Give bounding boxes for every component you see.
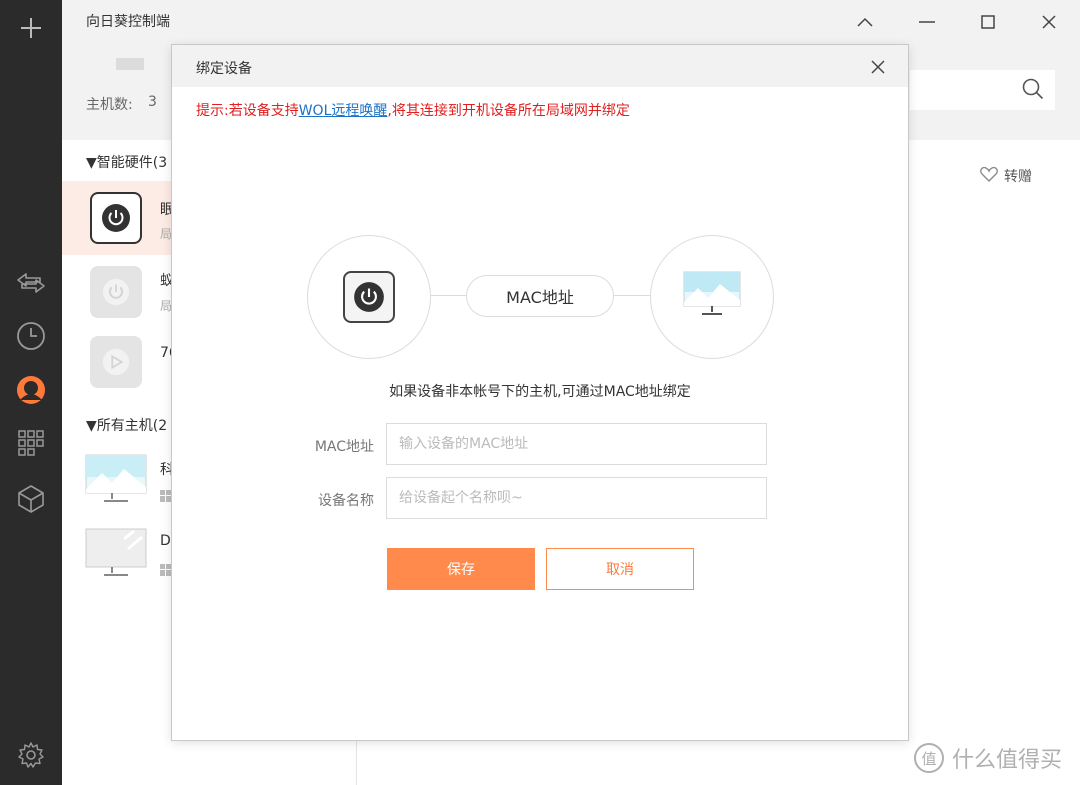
sunflower-icon[interactable]	[13, 372, 49, 408]
mac-address-pill: MAC地址	[466, 275, 614, 317]
power-icon	[90, 266, 142, 318]
watermark-text: 什么值得买	[952, 748, 1063, 773]
tip-text: 提示:若设备支持WOL远程唤醒,将其连接到开机设备所在局域网并绑定	[196, 100, 630, 120]
tip-prefix: 提示:若设备支持	[196, 103, 299, 119]
host-circle	[650, 235, 774, 359]
device-circle	[307, 235, 431, 359]
close-icon[interactable]	[866, 55, 890, 79]
search-icon[interactable]	[1022, 78, 1044, 104]
bind-device-dialog: 绑定设备 提示:若设备支持WOL远程唤醒,将其连接到开机设备所在局域网并绑定 M…	[171, 44, 909, 741]
transfer-icon[interactable]	[13, 265, 49, 301]
host-count-label: 主机数:	[86, 97, 133, 113]
host-count-value: 3	[148, 94, 157, 110]
history-icon[interactable]	[13, 318, 49, 354]
collapse-icon[interactable]	[851, 8, 879, 36]
smart-hardware-header[interactable]: ▼智能硬件(3	[86, 152, 167, 172]
dialog-header	[172, 45, 908, 87]
cube-icon[interactable]	[13, 481, 49, 517]
maximize-icon[interactable]	[974, 8, 1002, 36]
device-name-input[interactable]	[386, 477, 767, 519]
apps-icon[interactable]	[13, 425, 49, 461]
watermark: 值 什么值得买	[914, 742, 1062, 774]
connector-line	[612, 295, 652, 296]
gift-button[interactable]: 转赠	[980, 166, 1032, 186]
avatar	[116, 58, 144, 70]
device-name-label: 设备名称	[318, 493, 374, 509]
wol-link[interactable]: WOL远程唤醒	[299, 103, 388, 119]
item-name: D	[160, 533, 171, 549]
all-hosts-header[interactable]: ▼所有主机(2	[86, 415, 167, 435]
monitor-icon	[682, 270, 742, 324]
dialog-title: 绑定设备	[196, 61, 252, 77]
plus-icon[interactable]	[13, 10, 49, 46]
tip-suffix: ,将其连接到开机设备所在局域网并绑定	[387, 103, 630, 119]
play-icon	[90, 336, 142, 388]
watermark-logo: 值	[914, 743, 944, 773]
monitor-icon	[84, 527, 148, 583]
gift-label: 转赠	[1004, 169, 1032, 185]
mac-label: MAC地址	[314, 439, 374, 455]
save-button[interactable]: 保存	[387, 548, 535, 590]
heart-icon	[980, 166, 998, 186]
power-icon	[343, 271, 395, 323]
cancel-button[interactable]: 取消	[546, 548, 694, 590]
mac-address-input[interactable]	[386, 423, 767, 465]
description: 如果设备非本帐号下的主机,可通过MAC地址绑定	[389, 384, 691, 400]
monitor-icon	[84, 453, 148, 509]
app-title: 向日葵控制端	[86, 14, 170, 30]
power-icon	[90, 192, 142, 244]
connector-line	[430, 295, 468, 296]
window-close-icon[interactable]	[1035, 8, 1063, 36]
left-rail	[0, 0, 62, 785]
minimize-icon[interactable]	[913, 8, 941, 36]
settings-icon[interactable]	[13, 737, 49, 773]
